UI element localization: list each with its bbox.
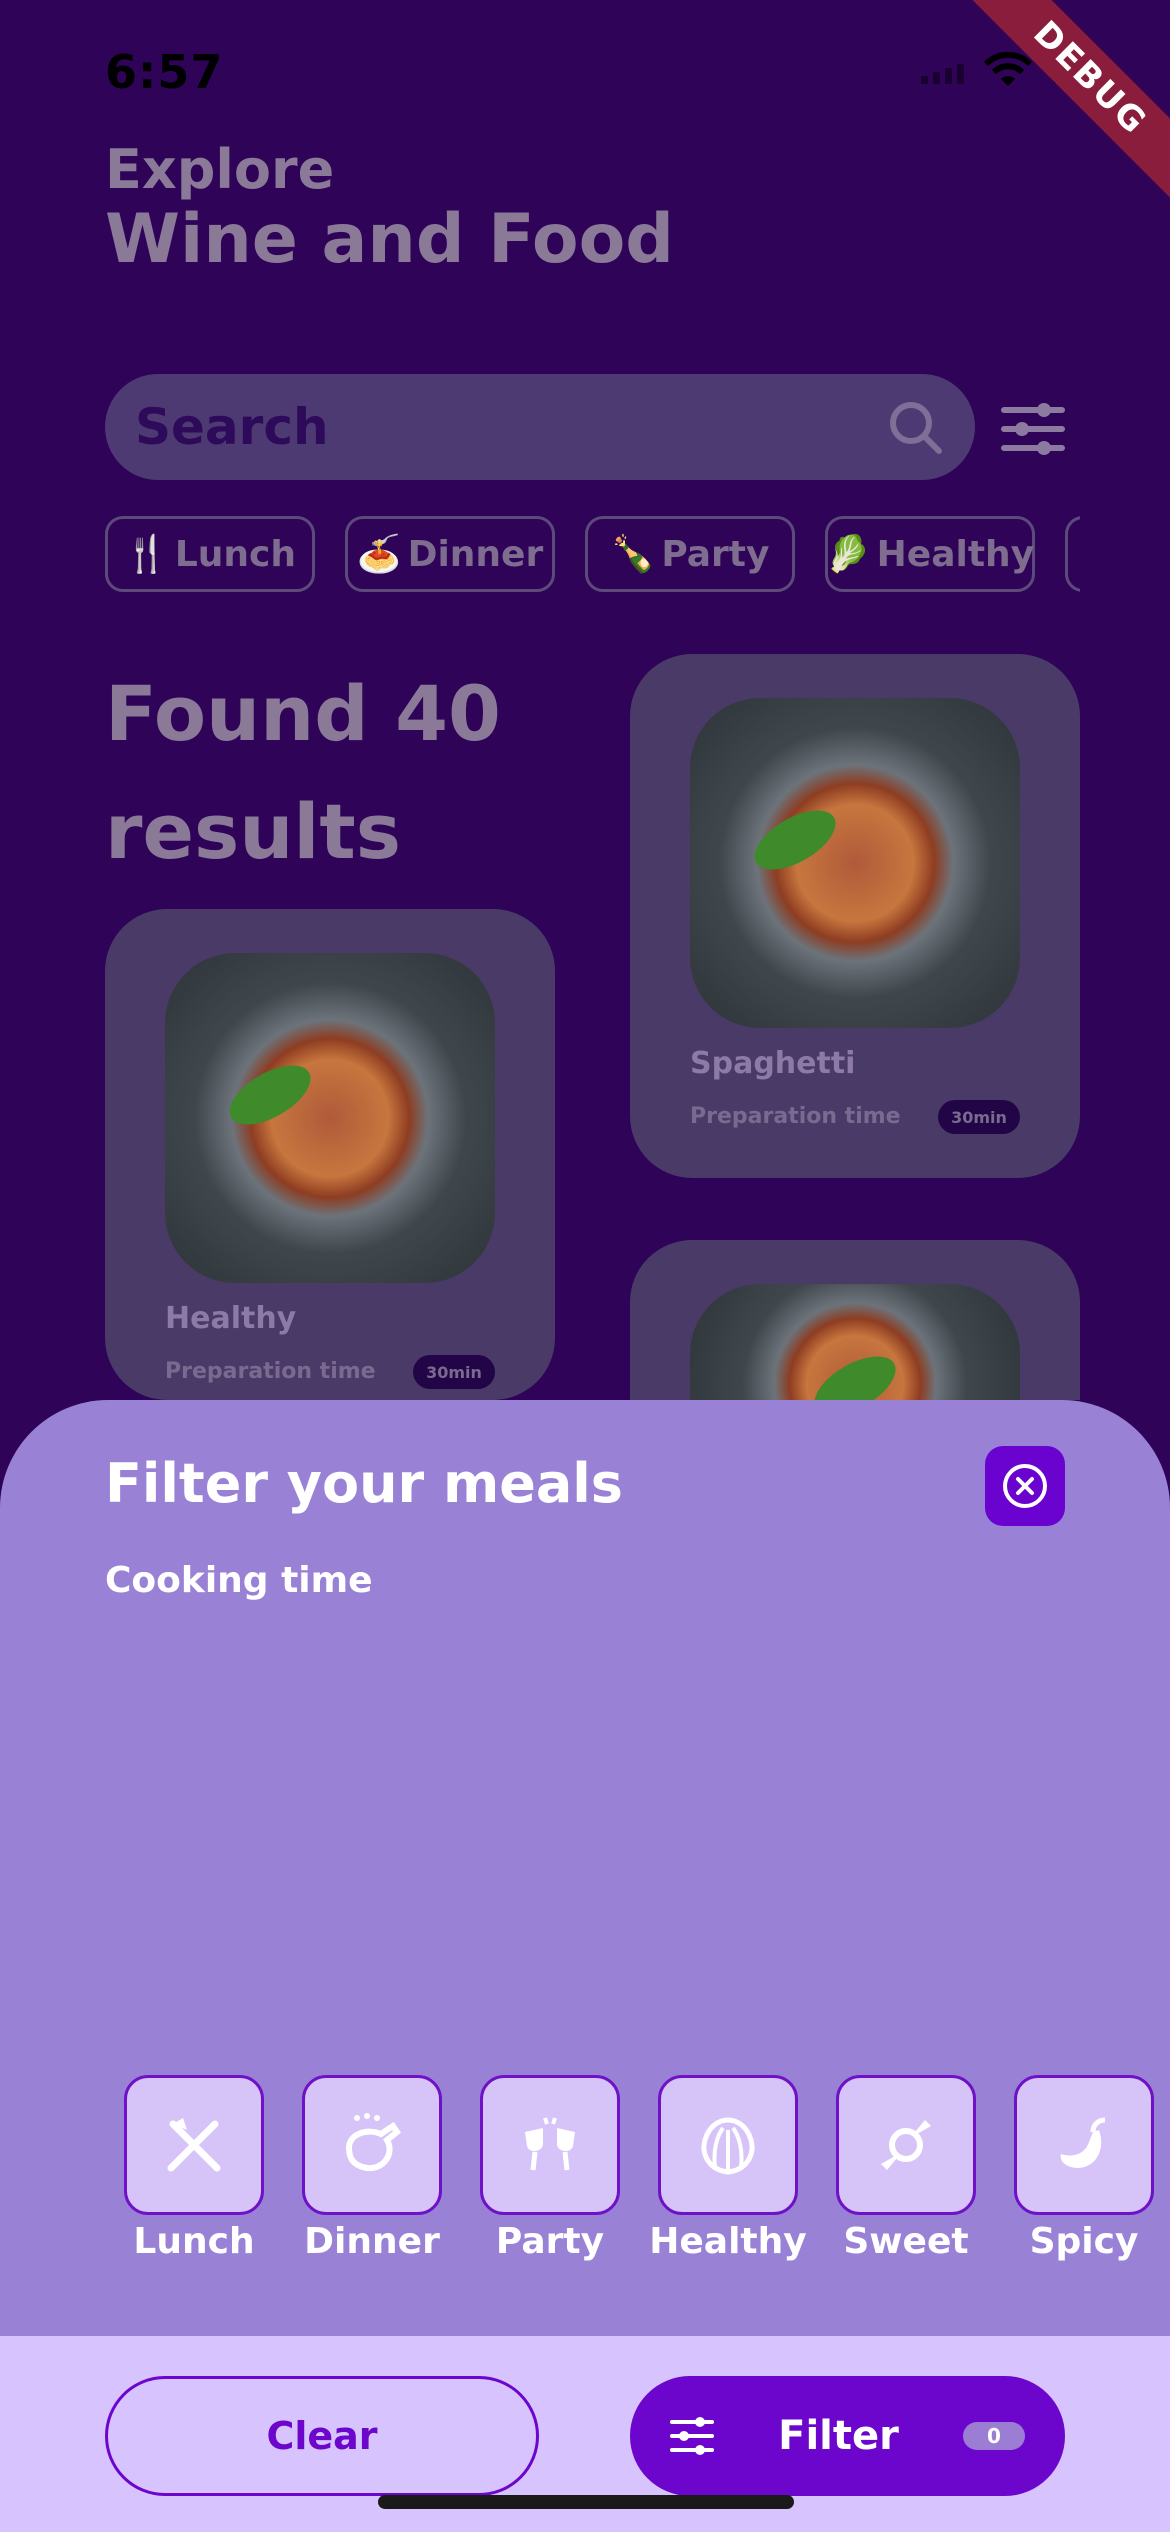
category-tile[interactable]	[124, 2075, 264, 2215]
page-eyebrow: Explore	[105, 138, 335, 201]
chip-more[interactable]	[1065, 516, 1080, 592]
category-dinner[interactable]: Dinner	[283, 2075, 461, 2262]
lettuce-icon	[701, 2117, 755, 2175]
category-label: Healthy	[649, 2221, 807, 2262]
fork-knife-icon	[167, 2118, 221, 2172]
time-badge: 30min	[938, 1100, 1020, 1134]
chip-dinner[interactable]: 🍝 Dinner	[345, 516, 555, 592]
close-icon	[1003, 1464, 1047, 1508]
category-sweet[interactable]: Sweet	[817, 2075, 995, 2262]
roast-chicken-icon	[345, 2113, 402, 2172]
meal-card[interactable]: Spaghetti Preparation time 30min	[630, 654, 1080, 1178]
category-label: Spicy	[1029, 2221, 1139, 2262]
candy-icon	[881, 2120, 931, 2170]
category-tile[interactable]	[1014, 2075, 1154, 2215]
results-count: Found 40 results	[105, 669, 501, 876]
search-bar[interactable]: Search	[105, 374, 975, 480]
chip-emoji: 🍝	[356, 534, 402, 575]
sliders-icon	[670, 2417, 714, 2455]
category-label: Lunch	[133, 2221, 255, 2262]
prep-label: Preparation time	[690, 1104, 901, 1129]
meal-card[interactable]	[630, 1240, 1080, 1400]
chip-label: Healthy	[876, 533, 1035, 575]
clear-button[interactable]: Clear	[105, 2376, 539, 2496]
search-icon[interactable]	[885, 397, 945, 457]
category-label: Dinner	[304, 2221, 440, 2262]
category-tile[interactable]	[480, 2075, 620, 2215]
time-badge: 30min	[413, 1355, 495, 1389]
search-input[interactable]: Search	[135, 398, 885, 456]
filter-button[interactable]: Filter 0	[630, 2376, 1065, 2496]
chip-emoji: 🥬	[825, 534, 871, 575]
category-tile[interactable]	[836, 2075, 976, 2215]
filter-label: Filter	[778, 2413, 899, 2459]
home-indicator[interactable]	[378, 2495, 794, 2509]
chip-lunch[interactable]: 🍴 Lunch	[105, 516, 315, 592]
category-party[interactable]: Party	[461, 2075, 639, 2262]
category-lunch[interactable]: Lunch	[105, 2075, 283, 2262]
meal-image	[690, 1284, 1020, 1400]
toast-glasses-icon	[525, 2117, 575, 2171]
category-label: Party	[495, 2221, 605, 2262]
chip-label: Lunch	[174, 533, 296, 575]
sheet-title: Filter your meals	[105, 1452, 623, 1515]
status-time: 6:57	[105, 45, 224, 99]
meal-title: Healthy	[165, 1301, 297, 1336]
chip-emoji: 🍾	[610, 534, 656, 575]
chip-party[interactable]: 🍾 Party	[585, 516, 795, 592]
prep-label: Preparation time	[165, 1359, 376, 1384]
meal-title: Spaghetti	[690, 1046, 856, 1081]
wifi-icon	[983, 52, 1033, 86]
meal-image	[165, 953, 495, 1283]
meal-card[interactable]: Healthy Preparation time 30min	[105, 909, 555, 1400]
meal-image	[690, 698, 1020, 1028]
category-spicy[interactable]: Spicy	[995, 2075, 1170, 2262]
chip-label: Dinner	[407, 533, 544, 575]
chip-label: Party	[661, 533, 770, 575]
page-title: Wine and Food	[105, 200, 674, 279]
basil-leaf	[745, 798, 845, 882]
category-healthy[interactable]: Healthy	[639, 2075, 817, 2262]
category-filters: Lunch Dinner Party Healthy Sweet Spicy	[105, 2075, 1170, 2262]
category-label: Sweet	[843, 2221, 969, 2262]
filter-count-badge: 0	[963, 2422, 1025, 2450]
pepper-icon	[1060, 2117, 1106, 2168]
category-tile[interactable]	[302, 2075, 442, 2215]
basil-leaf	[220, 1053, 320, 1137]
signal-icon	[921, 58, 964, 84]
filter-settings-icon[interactable]	[1000, 396, 1066, 462]
cooking-time-label: Cooking time	[105, 1560, 373, 1601]
close-button[interactable]	[985, 1446, 1065, 1526]
category-chips: 🍴 Lunch 🍝 Dinner 🍾 Party 🥬 Healthy	[105, 516, 1080, 592]
category-tile[interactable]	[658, 2075, 798, 2215]
basil-leaf	[805, 1344, 905, 1400]
chip-healthy[interactable]: 🥬 Healthy	[825, 516, 1035, 592]
chip-emoji: 🍴	[124, 534, 169, 575]
